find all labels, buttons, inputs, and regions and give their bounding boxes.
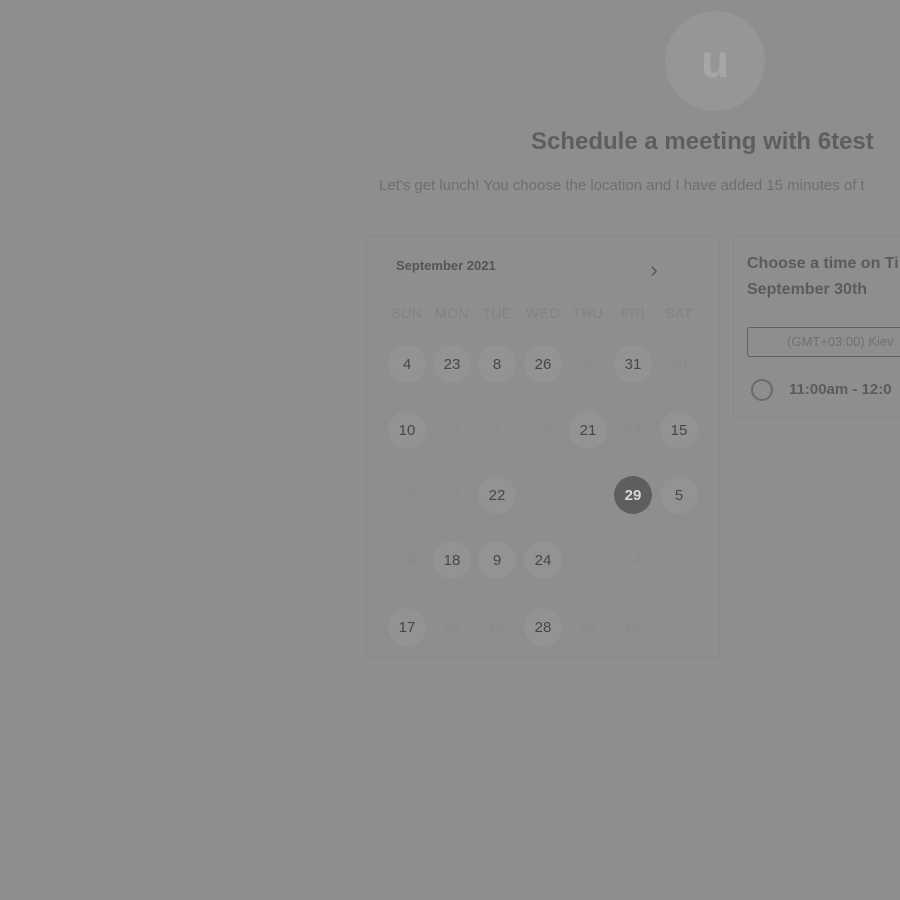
weekday-thu: THU: [572, 305, 604, 321]
time-heading-line2: September 30th: [747, 281, 868, 298]
calendar-day[interactable]: 17: [388, 608, 426, 646]
calendar-day[interactable]: 21: [569, 411, 607, 449]
calendar-day: 24: [624, 551, 642, 569]
chevron-left-icon[interactable]: ‹: [570, 257, 590, 283]
calendar-day: 17: [670, 551, 688, 569]
calendar-day[interactable]: 4: [388, 345, 426, 383]
weekday-sat: SAT: [665, 305, 693, 321]
calendar-day-selected[interactable]: 29: [614, 476, 652, 514]
calendar-day: 12: [534, 421, 552, 439]
calendar-day: 19: [624, 618, 642, 636]
calendar-day: 20: [579, 355, 597, 373]
weekday-mon: MON: [434, 305, 470, 321]
month-label: September 2021: [396, 258, 496, 273]
calendar-day: 17: [534, 486, 552, 504]
calendar-day[interactable]: 5: [660, 476, 698, 514]
calendar-day: 26: [398, 486, 416, 504]
avatar-letter: u: [700, 35, 730, 87]
calendar-day: 1: [492, 421, 502, 439]
timezone-select[interactable]: (GMT+03:00) Kiev: [747, 327, 900, 357]
weekday-wed: WED: [525, 305, 561, 321]
calendar-day: 14: [443, 421, 461, 439]
weekday-fri: FRI: [620, 305, 646, 321]
calendar-day[interactable]: 26: [524, 345, 562, 383]
calendar-day[interactable]: 23: [433, 345, 471, 383]
calendar-day[interactable]: 9: [478, 541, 516, 579]
calendar-day: 30: [670, 355, 688, 373]
time-heading-line1: Choose a time on Ti: [747, 255, 899, 272]
event-description: Let's get lunch! You choose the location…: [379, 177, 865, 194]
calendar-day: 28: [443, 618, 461, 636]
calendar-day[interactable]: 28: [524, 608, 562, 646]
calendar-day[interactable]: 10: [388, 411, 426, 449]
calendar-day[interactable]: 22: [478, 476, 516, 514]
calendar-day[interactable]: 18: [433, 541, 471, 579]
time-slot-radio[interactable]: [751, 379, 773, 401]
weekday-tue: TUE: [482, 305, 512, 321]
calendar-day[interactable]: 24: [524, 541, 562, 579]
calendar-day: 27: [443, 486, 461, 504]
avatar: u: [665, 11, 765, 111]
calendar-day: 16: [488, 618, 506, 636]
calendar-day: 28: [579, 618, 597, 636]
page-title: Schedule a meeting with 6test: [531, 128, 874, 155]
calendar-day: 2: [583, 551, 593, 569]
calendar-day[interactable]: 8: [478, 345, 516, 383]
calendar-day: 19: [579, 486, 597, 504]
calendar-day: 29: [398, 551, 416, 569]
calendar-day: 23: [624, 421, 642, 439]
chevron-right-icon[interactable]: ›: [644, 257, 664, 283]
weekday-sun: SUN: [391, 305, 423, 321]
time-slot-label[interactable]: 11:00am - 12:0: [789, 381, 892, 398]
calendar-day[interactable]: 15: [660, 411, 698, 449]
time-heading: Choose a time on Ti September 30th: [747, 251, 899, 303]
calendar-day: 7: [674, 618, 684, 636]
calendar-day[interactable]: 31: [614, 345, 652, 383]
